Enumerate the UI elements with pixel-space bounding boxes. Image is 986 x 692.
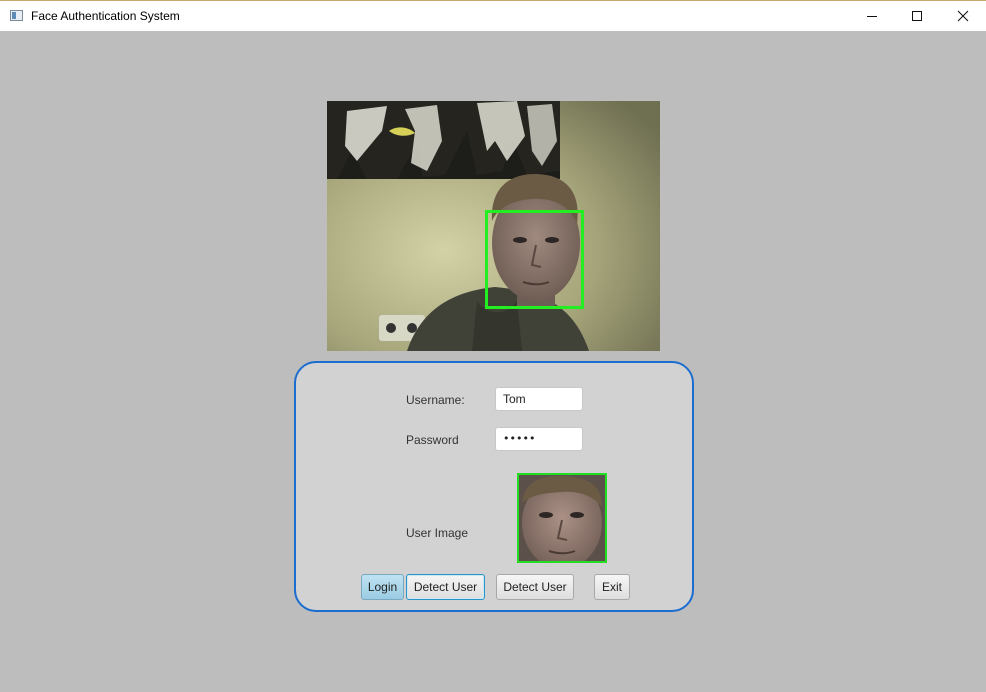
minimize-icon — [867, 16, 877, 17]
detect-user-button-2[interactable]: Detect User — [496, 574, 574, 600]
exit-button[interactable]: Exit — [594, 574, 630, 600]
title-bar: Face Authentication System — [0, 0, 986, 31]
password-label: Password — [406, 433, 459, 447]
face-detection-box — [485, 210, 584, 309]
password-field[interactable]: ••••• — [495, 427, 583, 451]
login-panel: Username: Password ••••• User Image Logi… — [294, 361, 694, 612]
app-window-icon — [10, 10, 23, 21]
login-button[interactable]: Login — [361, 574, 404, 600]
user-face-thumbnail — [519, 475, 605, 561]
user-image-label: User Image — [406, 526, 469, 540]
maximize-button[interactable] — [894, 1, 940, 31]
maximize-icon — [912, 11, 922, 21]
minimize-button[interactable] — [849, 1, 895, 31]
username-label: Username: — [406, 393, 465, 407]
user-image — [517, 473, 607, 563]
detect-user-button[interactable]: Detect User — [406, 574, 485, 600]
close-button[interactable] — [940, 1, 986, 31]
window-title: Face Authentication System — [31, 9, 180, 23]
username-field[interactable] — [495, 387, 583, 411]
camera-feed — [327, 101, 660, 351]
close-icon — [957, 10, 969, 22]
